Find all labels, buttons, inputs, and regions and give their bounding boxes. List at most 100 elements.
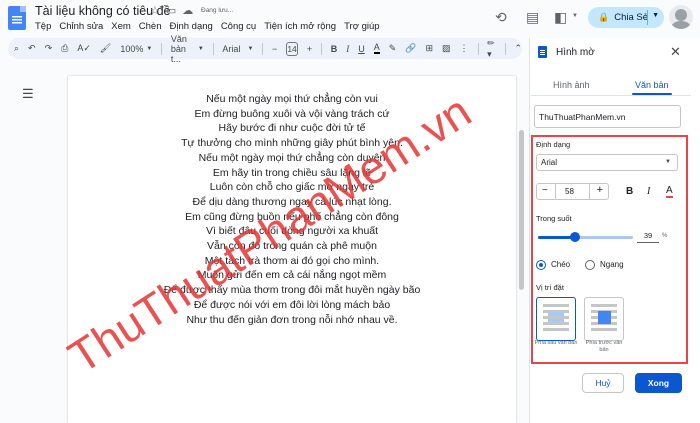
print-icon[interactable]: ⎙	[61, 43, 68, 54]
tab-divider	[531, 95, 691, 96]
menu-help[interactable]: Trợ giúp	[344, 21, 379, 32]
text-color-icon[interactable]: A	[666, 186, 673, 198]
star-icon[interactable]: ☆	[150, 4, 160, 17]
tab-image[interactable]: Hình ảnh	[553, 80, 590, 90]
position-front-label: Phía trước văn bản	[585, 340, 623, 353]
divider	[262, 42, 264, 55]
menu-view[interactable]: Xem	[111, 21, 131, 32]
spellcheck-icon[interactable]: A✓	[77, 43, 91, 54]
share-button[interactable]: 🔒 Chia Sẻ ▼	[588, 7, 664, 28]
tab-text[interactable]: Văn bản	[635, 80, 669, 90]
comment-icon[interactable]: ▤	[526, 9, 539, 26]
behind-text-icon	[543, 304, 569, 331]
menu-extensions[interactable]: Tiện ích mở rộng	[264, 21, 336, 32]
more-icon[interactable]: ⋮	[460, 43, 469, 54]
meet-icon[interactable]: ◧	[554, 9, 567, 26]
poem-line: Nếu một ngày mọi thứ chẳng còn duyên	[198, 151, 386, 164]
font-size-input[interactable]: 14	[286, 41, 298, 56]
close-icon[interactable]: ✕	[670, 44, 681, 60]
radio-horizontal[interactable]	[585, 260, 595, 270]
chevron-down-icon: ▼	[665, 159, 671, 165]
active-tab-indicator	[632, 93, 672, 95]
panel-font-select[interactable]: Arial ▼	[536, 154, 678, 171]
radio-diagonal[interactable]	[536, 260, 546, 270]
zoom-select[interactable]: 100% ▼	[120, 44, 152, 54]
lock-icon: 🔒	[598, 12, 610, 22]
watermark-text-input[interactable]	[534, 105, 681, 128]
menu-tools[interactable]: Công cụ	[221, 21, 256, 32]
poem-line: Muốn gửi đến em cả cái nắng ngọt mềm	[197, 269, 387, 282]
divider	[321, 42, 322, 55]
opacity-unit: %	[662, 233, 668, 239]
menu-insert[interactable]: Chèn	[139, 21, 162, 32]
docs-logo-icon[interactable]	[8, 6, 26, 30]
redo-icon[interactable]: ↷	[45, 43, 53, 54]
opacity-slider-handle[interactable]	[570, 232, 580, 242]
menu-file[interactable]: Tệp	[35, 21, 51, 32]
position-behind-card[interactable]	[536, 297, 576, 341]
poem-line: Một tách trà thơm ai đó gọi cho mình.	[204, 254, 380, 267]
collapse-icon[interactable]: ⌃	[514, 43, 522, 54]
watermark-doc-icon	[538, 46, 547, 58]
divider	[555, 184, 556, 199]
menu-edit[interactable]: Chỉnh sửa	[59, 21, 103, 32]
avatar[interactable]	[669, 5, 693, 29]
in-front-of-text-icon	[591, 304, 617, 331]
chevron-down-icon: ▼	[146, 45, 153, 52]
highlight-icon[interactable]: ✎	[389, 43, 397, 54]
divider	[589, 184, 590, 199]
share-divider	[647, 10, 648, 25]
undo-icon[interactable]: ↶	[28, 43, 36, 54]
menu-bar: Tệp Chỉnh sửa Xem Chèn Định dạng Công cụ…	[35, 21, 380, 32]
italic-icon[interactable]: I	[346, 44, 349, 54]
cloud-sync-icon: ☁	[182, 5, 194, 17]
comment-add-icon[interactable]: ⊞	[425, 43, 433, 54]
position-label: Vị trí đặt	[536, 283, 564, 292]
share-label: Chia Sẻ	[614, 12, 649, 23]
divider	[212, 42, 214, 55]
underline-icon[interactable]: U	[358, 44, 365, 54]
move-folder-icon[interactable]: ▭	[166, 4, 176, 17]
menu-format[interactable]: Định dạng	[170, 21, 213, 32]
paint-format-icon[interactable]: 🖌	[100, 43, 111, 54]
panel-size-value[interactable]: 58	[565, 187, 574, 196]
radio-horizontal-label: Ngang	[600, 260, 624, 269]
cancel-button[interactable]: Huỷ	[582, 373, 624, 393]
minus-icon[interactable]: −	[542, 185, 548, 196]
plus-icon[interactable]: +	[597, 184, 603, 196]
search-icon[interactable]: ⌕	[14, 43, 19, 54]
share-dropdown-icon[interactable]: ▼	[652, 12, 659, 19]
italic-icon[interactable]: I	[647, 186, 650, 197]
font-select[interactable]: Arial ▼	[222, 44, 253, 54]
poem-line: Em hãy tin trong chiều sâu lặng lẽ	[212, 166, 372, 179]
panel-title: Hình mờ	[556, 47, 595, 58]
increase-size-icon[interactable]: +	[307, 44, 312, 54]
chevron-down-icon: ▼	[197, 45, 204, 52]
bold-icon[interactable]: B	[331, 44, 338, 54]
image-icon[interactable]: ▨	[442, 43, 451, 54]
divider	[161, 42, 162, 55]
text-color-icon[interactable]: A	[373, 43, 380, 54]
font-value: Arial	[222, 43, 241, 54]
title-icons: ☆ ▭ ☁	[150, 4, 193, 17]
panel-font-value: Arial	[541, 158, 558, 167]
vertical-scrollbar[interactable]	[519, 130, 524, 290]
done-button[interactable]: Xong	[635, 373, 682, 393]
style-value: Văn bản t...	[170, 33, 187, 64]
history-icon[interactable]: ⟲	[495, 9, 507, 26]
editing-mode-icon[interactable]: ✏ ▾	[487, 38, 496, 60]
outline-icon[interactable]: ☰	[22, 86, 34, 102]
divider	[477, 42, 479, 55]
chevron-down-icon: ▼	[247, 45, 254, 52]
radio-diagonal-label: Chéo	[551, 260, 571, 269]
meet-dropdown-icon[interactable]: ▼	[572, 13, 578, 19]
link-icon[interactable]: 🔗	[405, 43, 416, 54]
style-select[interactable]: Văn bản t... ▼	[171, 34, 204, 64]
panel-size-stepper: − 58 +	[536, 183, 609, 200]
divider	[504, 42, 506, 55]
bold-icon[interactable]: B	[626, 186, 633, 197]
position-front-card[interactable]	[584, 297, 624, 341]
opacity-input[interactable]: 39	[637, 230, 659, 243]
decrease-size-icon[interactable]: −	[272, 44, 277, 54]
save-status: Đang lưu...	[201, 7, 234, 14]
